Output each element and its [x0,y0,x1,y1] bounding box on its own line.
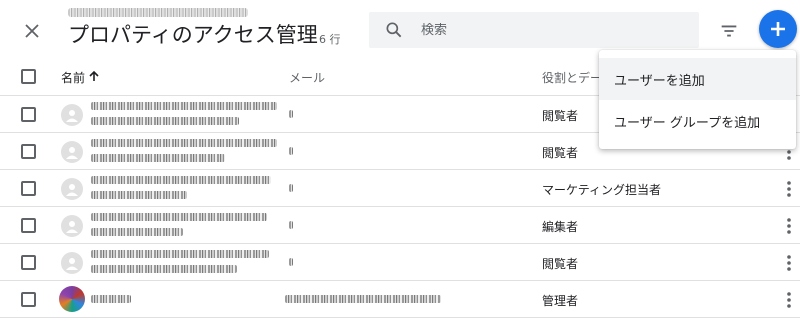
role-label: 閲覧者 [542,146,579,160]
account-subtitle-redacted [68,8,248,17]
user-name-redacted [91,102,277,110]
avatar [61,104,83,126]
row-checkbox[interactable] [21,181,36,196]
arrow-up-icon[interactable] [88,70,100,82]
person-icon [66,258,78,270]
search-input[interactable] [421,22,681,38]
row-checkbox[interactable] [21,292,36,307]
add-menu: ユーザーを追加 ユーザー グループを追加 [599,50,796,149]
email-redacted [285,295,441,303]
menu-item-add-user-group[interactable]: ユーザー グループを追加 [599,100,796,142]
column-header-role[interactable]: 役割とデー [542,69,602,86]
user-name-redacted [91,250,269,258]
role-label: 管理者 [542,294,579,308]
search-box[interactable] [369,12,699,48]
close-button[interactable] [19,18,45,44]
avatar [61,178,83,200]
table-row[interactable]: マーケティング担当者 [0,170,800,207]
role-label: マーケティング担当者 [542,183,662,197]
more-vert-icon[interactable] [784,253,794,273]
column-header-email[interactable]: メール [289,69,325,86]
more-vert-icon[interactable] [784,216,794,236]
row-checkbox[interactable] [21,218,36,233]
row-checkbox[interactable] [21,144,36,159]
role-label: 閲覧者 [542,257,579,271]
email-redacted [289,221,293,229]
user-id-redacted [91,191,187,199]
select-all-checkbox[interactable] [21,69,36,84]
email-redacted [289,184,293,192]
more-vert-icon[interactable] [784,179,794,199]
row-count: 6 行 [319,33,341,46]
user-name-redacted [91,139,277,147]
more-vert-icon[interactable] [784,290,794,310]
role-label: 閲覧者 [542,109,579,123]
person-icon [66,110,78,122]
user-id-redacted [91,117,239,125]
user-name-redacted [91,295,131,303]
page-title: プロパティのアクセス管理 [68,23,318,47]
person-icon [66,147,78,159]
row-checkbox[interactable] [21,107,36,122]
role-label: 編集者 [542,220,579,234]
email-redacted [289,110,293,118]
search-icon [386,22,402,38]
user-id-redacted [91,265,237,273]
table-row[interactable]: 閲覧者 [0,244,800,281]
email-redacted [289,147,293,155]
user-id-redacted [91,228,183,236]
plus-icon [771,22,785,36]
column-header-name[interactable]: 名前 [61,69,85,86]
filter-icon[interactable] [718,20,740,42]
menu-item-add-user[interactable]: ユーザーを追加 [599,58,796,100]
avatar [61,141,83,163]
person-icon [66,221,78,233]
avatar [59,286,85,312]
table-row[interactable]: 編集者 [0,207,800,244]
user-name-redacted [91,213,267,221]
avatar [61,252,83,274]
email-redacted [289,258,293,266]
table-row[interactable]: 管理者 [0,281,800,318]
person-icon [66,184,78,196]
close-icon [25,24,39,38]
user-id-redacted [91,154,225,162]
row-checkbox[interactable] [21,255,36,270]
avatar [61,215,83,237]
user-name-redacted [91,176,271,184]
add-button[interactable] [759,10,797,48]
